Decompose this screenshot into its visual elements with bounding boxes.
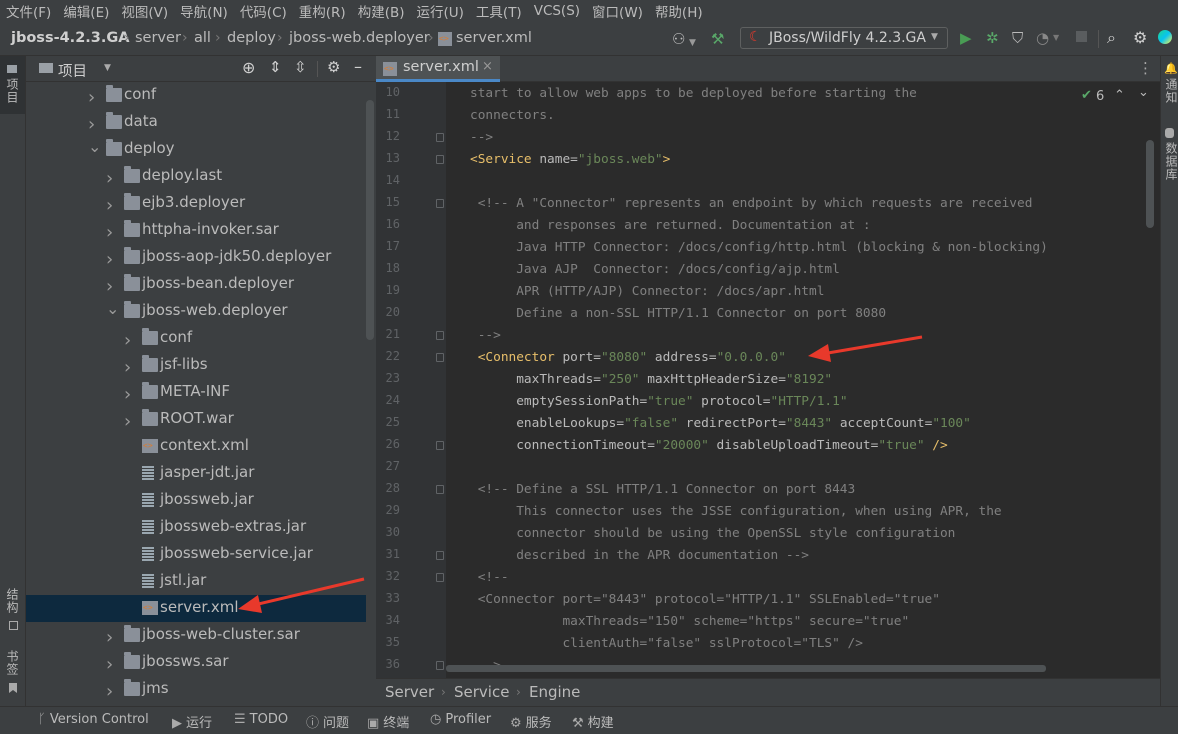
- tool-version-control[interactable]: ᚴ Version Control: [38, 712, 149, 727]
- info-icon: ⓘ: [306, 716, 320, 731]
- database-icon: [1165, 128, 1174, 138]
- breadcrumb-separator: ›: [441, 685, 446, 699]
- tool-run[interactable]: ▶ 运行: [172, 712, 212, 731]
- tool-services[interactable]: ⚙ 服务: [510, 712, 552, 731]
- services-icon: ⚙: [510, 716, 522, 731]
- tool-profiler-label: Profiler: [445, 712, 492, 727]
- tool-terminal[interactable]: ▣ 终端: [367, 712, 409, 731]
- profiler-icon: ◷: [430, 712, 442, 727]
- structure-breadcrumb-bar: Server › Service › Engine: [376, 678, 1160, 706]
- tool-build-label: 构建: [587, 716, 614, 731]
- hammer-icon: ⚒: [572, 716, 584, 731]
- tool-services-label: 服务: [525, 716, 552, 731]
- tool-version-control-label: Version Control: [49, 712, 149, 727]
- list-icon: ☰: [234, 712, 246, 727]
- tool-profiler[interactable]: ◷ Profiler: [430, 712, 491, 727]
- bell-icon: 🔔: [1164, 62, 1178, 75]
- structure-crumb-engine[interactable]: Engine: [529, 683, 580, 701]
- right-tool-stripe: 🔔 通知 数据库: [1160, 56, 1178, 706]
- terminal-icon: ▣: [367, 716, 380, 731]
- tool-build[interactable]: ⚒ 构建: [572, 712, 614, 731]
- run-icon: ▶: [172, 716, 182, 731]
- breadcrumb-separator: ›: [516, 685, 521, 699]
- branch-icon: ᚴ: [38, 712, 46, 727]
- tool-problems[interactable]: ⓘ 问题: [306, 712, 349, 731]
- structure-crumb-server[interactable]: Server: [385, 683, 434, 701]
- tool-problems-label: 问题: [323, 716, 350, 731]
- tool-run-label: 运行: [186, 716, 213, 731]
- annotation-arrow-connector: [808, 335, 923, 362]
- structure-crumb-service[interactable]: Service: [454, 683, 509, 701]
- database-stripe-button[interactable]: 数据库: [1163, 142, 1178, 181]
- notifications-stripe-button[interactable]: 通知: [1163, 78, 1178, 104]
- tool-terminal-label: 终端: [383, 716, 410, 731]
- tool-todo-label: TODO: [249, 712, 289, 727]
- annotation-arrow-server-xml: [238, 577, 365, 613]
- annotation-overlay: [238, 335, 923, 613]
- tool-todo[interactable]: ☰ TODO: [234, 712, 288, 727]
- tool-window-bar: ᚴ Version Control ▶ 运行 ☰ TODO ⓘ 问题 ▣ 终端 ◷ Prof…: [0, 706, 1178, 734]
